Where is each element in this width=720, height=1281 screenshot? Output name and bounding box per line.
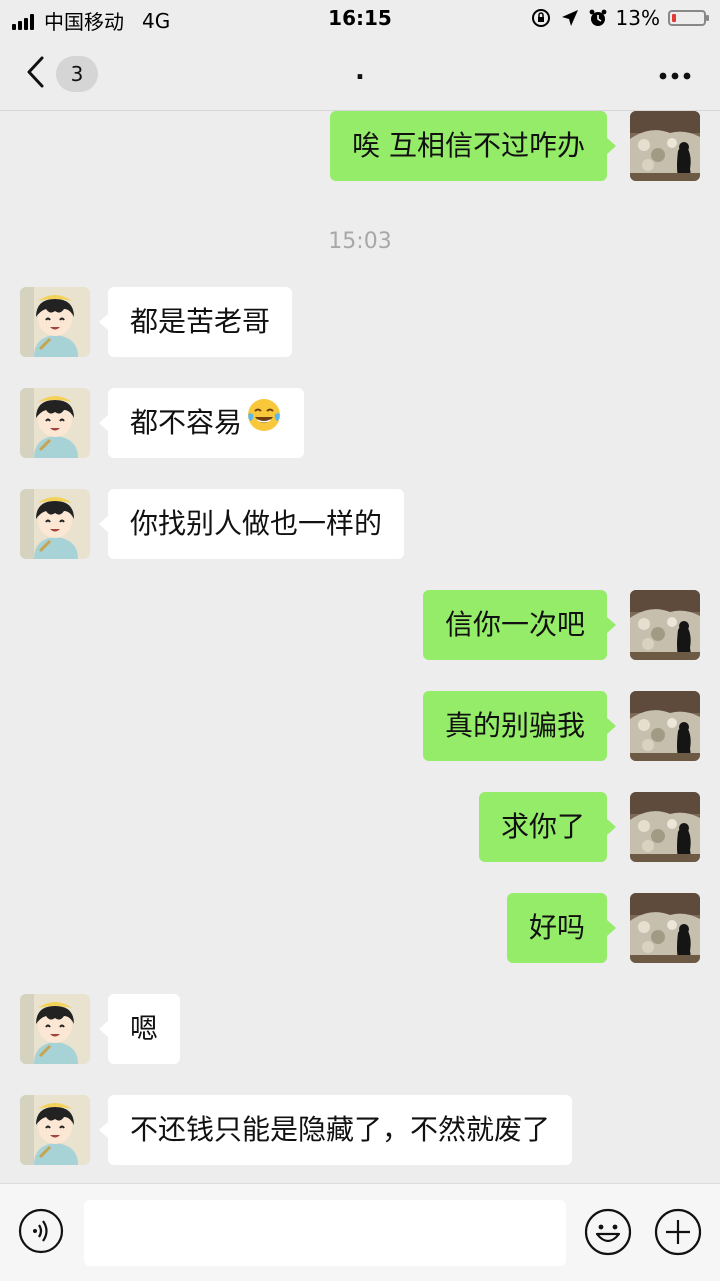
message-input[interactable] xyxy=(84,1200,566,1266)
my-avatar[interactable] xyxy=(630,111,700,181)
message-text: 你找别人做也一样的 xyxy=(130,507,383,540)
chat-title: . xyxy=(355,56,365,86)
message-text: 不还钱只能是隐藏了，不然就废了 xyxy=(130,1113,551,1146)
message-bubble[interactable]: 都是苦老哥 xyxy=(98,287,293,357)
contact-avatar[interactable] xyxy=(20,1095,90,1165)
outgoing-message: 求你了 xyxy=(0,792,720,864)
message-text: 好吗 xyxy=(528,911,585,944)
emoji-button[interactable] xyxy=(584,1208,632,1256)
rotation-lock-icon xyxy=(531,9,550,27)
location-arrow-icon xyxy=(561,10,578,26)
voice-icon xyxy=(18,1208,64,1254)
contact-avatar[interactable] xyxy=(20,388,90,458)
outgoing-message: 真的别骗我 xyxy=(0,691,720,763)
message-text: 都是苦老哥 xyxy=(130,305,271,338)
my-avatar[interactable] xyxy=(630,691,700,761)
incoming-message: 嗯 xyxy=(0,994,720,1066)
message-bubble[interactable]: 信你一次吧 xyxy=(422,590,617,660)
message-bubble[interactable]: 不还钱只能是隐藏了，不然就废了 xyxy=(98,1095,573,1165)
contact-avatar[interactable] xyxy=(20,994,90,1064)
voice-button[interactable] xyxy=(18,1208,64,1254)
message-bubble[interactable]: 唉 互相信不过咋办 xyxy=(330,111,616,181)
incoming-message: 都是苦老哥 xyxy=(0,287,720,359)
message-bubble[interactable]: 你找别人做也一样的 xyxy=(98,489,405,559)
battery-percent: 13% xyxy=(615,6,660,30)
message-bubble[interactable]: 好吗 xyxy=(506,893,617,963)
plus-circle-icon xyxy=(654,1208,702,1256)
tears-of-joy-emoji-icon xyxy=(246,389,282,459)
message-text: 信你一次吧 xyxy=(444,608,585,641)
contact-avatar[interactable] xyxy=(20,287,90,357)
outgoing-message: 信你一次吧 xyxy=(0,590,720,662)
message-text: 唉 互相信不过咋办 xyxy=(352,129,585,162)
status-bar: 中国移动 4G 16:15 13% xyxy=(0,0,720,36)
chat-header: 3 . xyxy=(0,36,720,111)
battery-icon xyxy=(668,10,709,26)
outgoing-message: 好吗 xyxy=(0,893,720,965)
more-functions-button[interactable] xyxy=(654,1208,702,1256)
timestamp-separator: 15:03 xyxy=(328,229,392,254)
chat-messages[interactable]: 唉 互相信不过咋办 15:03 都是苦老哥都不容易你找别人做也一样的信你一次吧真的别… xyxy=(0,111,720,1183)
incoming-message: 都不容易 xyxy=(0,388,720,460)
more-button[interactable] xyxy=(658,60,692,84)
outgoing-message: 唉 互相信不过咋办 xyxy=(0,111,720,183)
message-bubble[interactable]: 嗯 xyxy=(98,994,181,1064)
message-bubble[interactable]: 真的别骗我 xyxy=(422,691,617,761)
more-dots-icon xyxy=(659,72,691,80)
contact-avatar[interactable] xyxy=(20,489,90,559)
message-text: 都不容易 xyxy=(130,406,243,439)
incoming-message: 不还钱只能是隐藏了，不然就废了 xyxy=(0,1095,720,1167)
my-avatar[interactable] xyxy=(630,893,700,963)
message-bubble[interactable]: 求你了 xyxy=(478,792,617,862)
message-text: 嗯 xyxy=(130,1012,159,1045)
smiley-icon xyxy=(584,1208,632,1256)
message-text: 真的别骗我 xyxy=(444,709,585,742)
battery-level xyxy=(672,14,676,22)
alarm-icon xyxy=(589,9,606,26)
message-text: 求你了 xyxy=(500,810,585,843)
incoming-message: 你找别人做也一样的 xyxy=(0,489,720,561)
input-bar xyxy=(0,1183,720,1281)
my-avatar[interactable] xyxy=(630,792,700,862)
my-avatar[interactable] xyxy=(630,590,700,660)
message-bubble[interactable]: 都不容易 xyxy=(98,388,305,459)
status-right: 13% xyxy=(530,6,709,30)
